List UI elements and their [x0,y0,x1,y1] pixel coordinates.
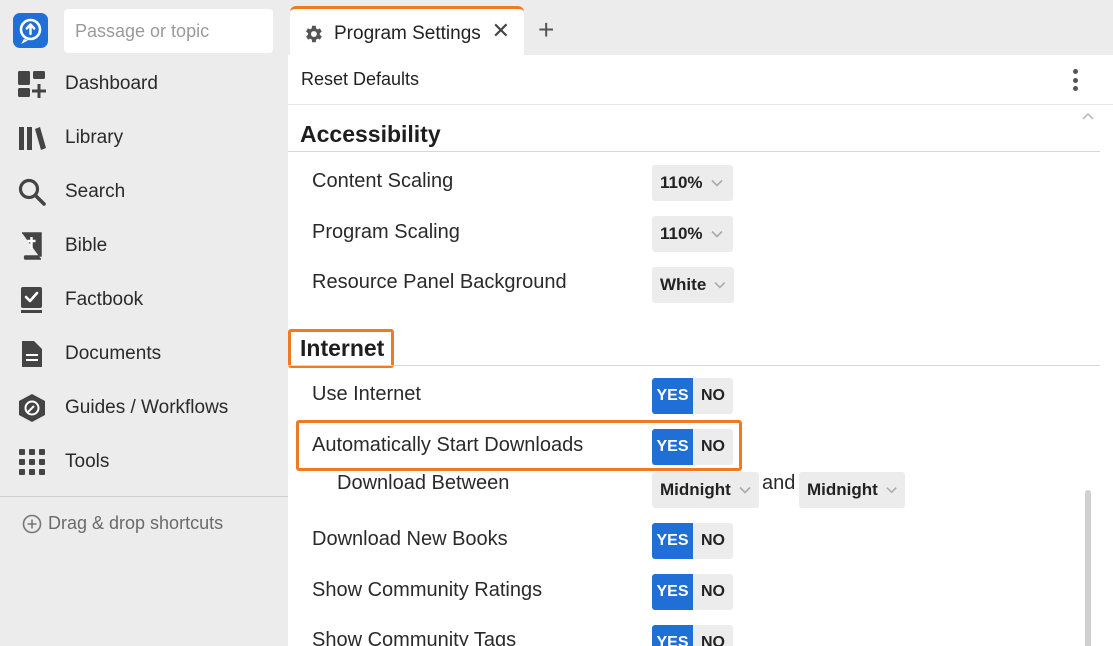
download-between-label: Download Between [337,472,510,494]
drag-drop-shortcuts[interactable]: Drag & drop shortcuts [22,513,223,534]
settings-toolbar: Reset Defaults [288,55,1113,105]
yes-button[interactable]: YES [652,574,693,610]
download-to-select[interactable]: Midnight [799,472,905,508]
content-scaling-select[interactable]: 110% [652,165,733,201]
no-button[interactable]: NO [693,625,733,646]
chevron-down-icon [710,230,723,238]
guides-icon [19,394,45,422]
auto-start-downloads-toggle: YES NO [652,429,733,465]
sidebar-item-label: Dashboard [65,73,158,94]
no-button[interactable]: NO [693,378,733,414]
yes-button[interactable]: YES [652,625,693,646]
sidebar-item-library[interactable]: Library [0,111,288,165]
gear-icon [306,25,322,42]
settings-panel: Reset Defaults Accessibility Content Sca… [288,55,1113,646]
internet-highlight [288,329,394,368]
tab-program-settings[interactable]: Program Settings ✕ [290,6,524,58]
select-value: Midnight [660,480,731,499]
tools-grid-icon [19,449,45,475]
use-internet-label: Use Internet [312,383,421,405]
sidebar-item-factbook[interactable]: Factbook [0,273,288,327]
section-accessibility-title: Accessibility [300,121,441,147]
dashboard-icon [18,71,46,98]
download-new-books-label: Download New Books [312,528,508,550]
show-community-tags-toggle: YES NO [652,625,733,646]
chevron-down-icon [714,282,726,289]
app-logo-icon[interactable] [13,13,48,48]
sidebar-item-dashboard[interactable]: Dashboard [0,57,288,111]
download-from-select[interactable]: Midnight [652,472,759,508]
sidebar-item-search[interactable]: Search [0,165,288,219]
section-divider [288,151,1100,152]
sidebar-item-label: Tools [65,451,110,472]
close-tab-icon[interactable]: ✕ [492,18,510,44]
sidebar-item-label: Guides / Workflows [65,397,229,418]
sidebar-item-tools[interactable]: Tools [0,435,288,489]
yes-button[interactable]: YES [652,429,693,465]
sidebar-item-guides[interactable]: Guides / Workflows [0,381,288,435]
show-community-ratings-label: Show Community Ratings [312,579,543,601]
select-value: 110% [660,224,703,243]
yes-button[interactable]: YES [652,523,693,559]
sidebar-item-label: Bible [65,235,108,256]
use-internet-toggle: YES NO [652,378,733,414]
sidebar-divider [0,496,288,497]
scrollbar-thumb[interactable] [1085,490,1091,646]
factbook-icon [21,287,42,313]
no-button[interactable]: NO [693,574,733,610]
content-scaling-label: Content Scaling [312,170,454,192]
sidebar-item-label: Search [65,181,126,202]
no-button[interactable]: NO [693,429,733,465]
library-icon [19,127,46,150]
select-value: 110% [660,173,703,192]
tab-label: Program Settings [334,22,481,44]
sidebar: Passage or topic Dashboard Library Searc… [0,0,288,646]
add-tab-button[interactable]: + [538,14,554,46]
resource-panel-background-select[interactable]: White [652,267,734,303]
reset-defaults-button[interactable]: Reset Defaults [301,69,419,90]
add-circle-icon [22,514,42,533]
search-input[interactable]: Passage or topic [64,9,273,53]
scroll-up-icon[interactable] [1081,111,1095,121]
chevron-down-icon [710,179,723,187]
select-value: Midnight [807,480,878,499]
auto-start-downloads-label: Automatically Start Downloads [312,434,584,456]
sidebar-item-label: Library [65,127,124,148]
sidebar-item-label: Documents [65,343,162,364]
sidebar-item-label: Factbook [65,289,144,310]
program-scaling-select[interactable]: 110% [652,216,733,252]
chevron-down-icon [739,486,751,494]
bible-icon [22,232,42,260]
and-text: and [762,472,796,494]
shortcuts-label: Drag & drop shortcuts [48,513,224,533]
program-scaling-label: Program Scaling [312,221,460,243]
resource-panel-background-label: Resource Panel Background [312,271,567,293]
section-divider [288,365,1100,366]
show-community-tags-label: Show Community Tags [312,629,517,646]
download-new-books-toggle: YES NO [652,523,733,559]
yes-button[interactable]: YES [652,378,693,414]
select-value: White [660,275,707,294]
sidebar-item-documents[interactable]: Documents [0,327,288,381]
document-icon [22,341,42,367]
sidebar-nav: Dashboard Library Search Bible Factbook … [0,57,288,489]
no-button[interactable]: NO [693,523,733,559]
chevron-down-icon [886,487,897,494]
search-icon [18,178,46,206]
more-options-icon[interactable] [1073,69,1079,93]
sidebar-item-bible[interactable]: Bible [0,219,288,273]
show-community-ratings-toggle: YES NO [652,574,733,610]
